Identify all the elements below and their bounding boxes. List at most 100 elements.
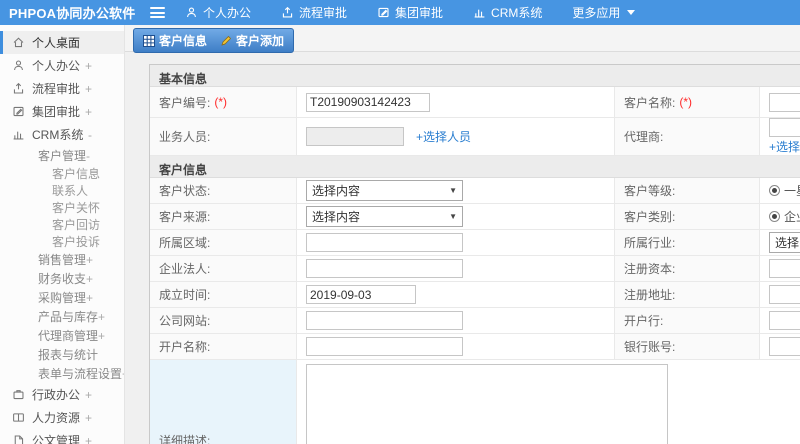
- industry-select[interactable]: 选择内容 ▼: [769, 232, 800, 253]
- salesperson-input[interactable]: [306, 127, 404, 146]
- website-input[interactable]: [306, 311, 463, 330]
- expand-icon[interactable]: +: [85, 411, 92, 425]
- sidebar-item-label: 联系人: [52, 184, 89, 198]
- top-navigation: 个人办公 流程审批 集团审批 CRM系统 更多应用: [185, 4, 636, 21]
- bank-field-cell: [760, 308, 800, 333]
- topnav-more-apps[interactable]: 更多应用: [572, 4, 636, 21]
- select-agent-link[interactable]: +选择代理商: [769, 138, 800, 155]
- account-name-field-cell: [297, 334, 615, 359]
- sidebar-item-finance[interactable]: 财务收支 +: [0, 269, 124, 288]
- bank-account-input[interactable]: [769, 337, 800, 356]
- topnav-personal-office[interactable]: 个人办公: [185, 4, 251, 21]
- sidebar-item-agent-management[interactable]: 代理商管理 +: [0, 326, 124, 345]
- sidebar-item-customer-complaints[interactable]: 客户投诉: [0, 233, 124, 250]
- sidebar-item-label: 客户关怀: [52, 201, 101, 215]
- radio-label: 一星: [784, 184, 800, 198]
- briefcase-icon: [13, 390, 24, 400]
- legal-person-input[interactable]: [306, 259, 463, 278]
- sidebar-item-crm-system[interactable]: CRM系统 -: [0, 123, 124, 146]
- agent-field-cell: +选择代理商: [760, 118, 800, 155]
- expand-icon[interactable]: +: [85, 388, 92, 402]
- topnav-label: 流程审批: [299, 6, 348, 20]
- section-header-customer-info: 客户信息: [150, 156, 800, 178]
- field-label: 所属区域:: [159, 236, 211, 250]
- sidebar-item-label: 客户管理: [38, 149, 87, 163]
- expand-icon[interactable]: +: [98, 329, 105, 343]
- legal-person-field-cell: [297, 256, 615, 281]
- category-radio-enterprise[interactable]: [769, 211, 780, 222]
- expand-icon[interactable]: +: [85, 59, 92, 73]
- sidebar-item-reports-statistics[interactable]: 报表与统计: [0, 345, 124, 364]
- bank-account-label-cell: 银行账号:: [615, 334, 760, 359]
- field-label: 企业法人:: [159, 262, 211, 276]
- expand-icon[interactable]: +: [98, 310, 105, 324]
- caret-down-icon: [627, 10, 636, 15]
- industry-field-cell: 选择内容 ▼: [760, 230, 800, 255]
- tab-customer-info[interactable]: 客户信息: [143, 32, 207, 49]
- sidebar-item-label: 产品与库存: [38, 310, 99, 324]
- founded-date-input[interactable]: [306, 285, 416, 304]
- field-label: 成立时间:: [159, 288, 211, 302]
- sidebar-item-contacts[interactable]: 联系人: [0, 182, 124, 199]
- select-value: 选择内容: [775, 236, 800, 250]
- sidebar-item-administration[interactable]: 行政办公 +: [0, 383, 124, 406]
- tab-customer-add[interactable]: 客户添加: [220, 32, 284, 49]
- sidebar-item-sales-management[interactable]: 销售管理 +: [0, 250, 124, 269]
- registered-capital-input[interactable]: [769, 259, 800, 278]
- description-label-cell: 详细描述:: [150, 360, 297, 444]
- registered-address-input[interactable]: [769, 285, 800, 304]
- sidebar-item-form-workflow-settings[interactable]: 表单与流程设置 +: [0, 364, 124, 383]
- sidebar-item-workflow-approval[interactable]: 流程审批 +: [0, 77, 124, 100]
- expand-icon[interactable]: +: [85, 105, 92, 119]
- topnav-workflow-approval[interactable]: 流程审批: [281, 4, 347, 21]
- sidebar-item-human-resources[interactable]: 人力资源 +: [0, 406, 124, 429]
- sidebar-item-document-management[interactable]: 公文管理 +: [0, 429, 124, 444]
- sidebar-item-label: 采购管理: [38, 291, 87, 305]
- expand-icon[interactable]: +: [86, 291, 93, 305]
- menu-toggle-icon[interactable]: [150, 7, 165, 18]
- collapse-icon[interactable]: -: [86, 149, 90, 163]
- sidebar-item-customer-care[interactable]: 客户关怀: [0, 199, 124, 216]
- grade-radio-one-star[interactable]: [769, 185, 780, 196]
- sidebar-item-label: 表单与流程设置: [38, 367, 123, 381]
- required-mark: (*): [214, 95, 228, 109]
- customer-no-input[interactable]: [306, 92, 430, 112]
- topnav-group-approval[interactable]: 集团审批: [377, 4, 443, 21]
- sidebar-item-personal-office[interactable]: 个人办公 +: [0, 54, 124, 77]
- topnav-crm-system[interactable]: CRM系统: [473, 4, 542, 21]
- sidebar-item-products-inventory[interactable]: 产品与库存 +: [0, 307, 124, 326]
- sidebar-item-customer-info[interactable]: 客户信息: [0, 165, 124, 182]
- description-field-cell: [297, 360, 800, 444]
- select-person-link[interactable]: +选择人员: [416, 128, 471, 145]
- sidebar-item-label: 集团审批: [32, 105, 81, 119]
- expand-icon[interactable]: +: [85, 434, 92, 444]
- expand-icon[interactable]: +: [86, 272, 93, 286]
- agent-input[interactable]: [769, 118, 800, 137]
- topnav-label: CRM系统: [491, 6, 543, 20]
- customer-name-input[interactable]: [769, 92, 800, 112]
- tab-label: 客户添加: [236, 34, 285, 48]
- expand-icon[interactable]: +: [86, 253, 93, 267]
- sidebar-item-customer-followup[interactable]: 客户回访: [0, 216, 124, 233]
- select-value: 选择内容: [312, 210, 361, 224]
- document-icon: [14, 435, 24, 444]
- sidebar-item-personal-desktop[interactable]: 个人桌面: [0, 31, 124, 54]
- field-label: 客户来源:: [159, 210, 211, 224]
- sidebar-item-customer-management[interactable]: 客户管理 -: [0, 146, 124, 165]
- sidebar-item-group-approval[interactable]: 集团审批 +: [0, 100, 124, 123]
- upload-icon: [13, 82, 24, 94]
- region-input[interactable]: [306, 233, 463, 252]
- sidebar-item-purchasing[interactable]: 采购管理 +: [0, 288, 124, 307]
- sidebar-item-label: 个人桌面: [32, 36, 81, 50]
- source-select[interactable]: 选择内容 ▼: [306, 206, 463, 227]
- registered-address-label-cell: 注册地址:: [615, 282, 760, 307]
- field-label: 开户名称:: [159, 340, 211, 354]
- status-select[interactable]: 选择内容 ▼: [306, 180, 463, 201]
- account-name-input[interactable]: [306, 337, 463, 356]
- field-label: 客户名称:: [624, 95, 676, 110]
- expand-icon[interactable]: +: [85, 82, 92, 96]
- bank-input[interactable]: [769, 311, 800, 330]
- collapse-icon[interactable]: -: [88, 128, 92, 142]
- field-label: 客户类别:: [624, 210, 676, 224]
- description-textarea[interactable]: [306, 364, 668, 444]
